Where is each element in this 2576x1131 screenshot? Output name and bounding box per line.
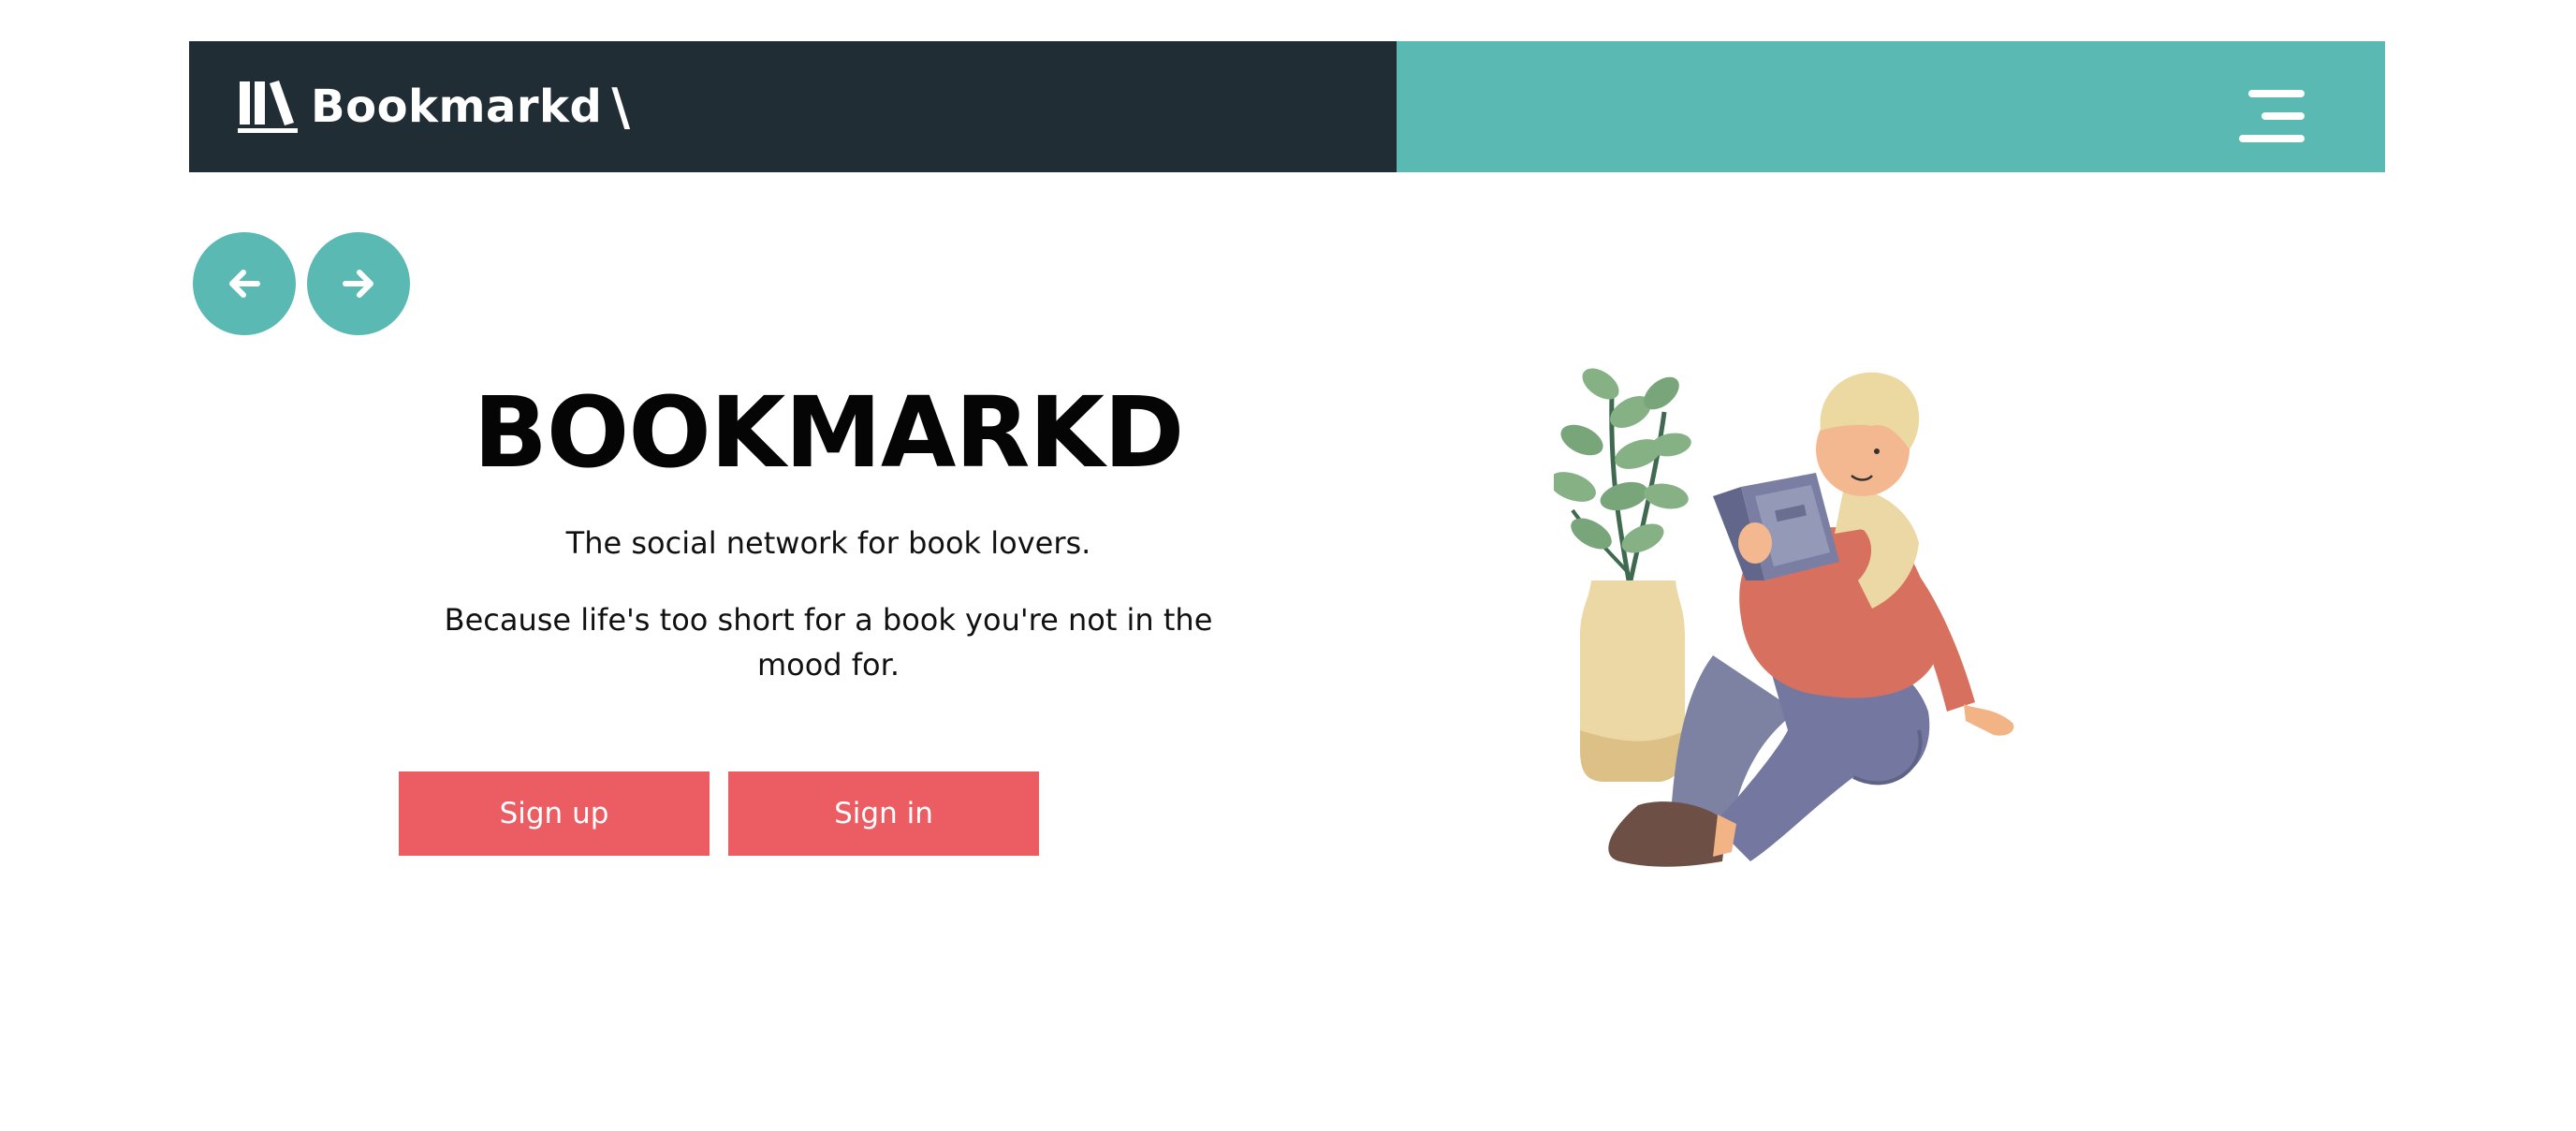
hero-title: BOOKMARKD [473, 375, 1185, 490]
signin-button[interactable]: Sign in [728, 771, 1039, 856]
vase-icon [1580, 580, 1685, 782]
landing-page: Bookmarkd \ BOOKMARKD The social network… [0, 0, 2576, 1131]
header: Bookmarkd \ [189, 41, 2385, 172]
hero: BOOKMARKD The social network for book lo… [393, 375, 1264, 687]
next-button[interactable] [307, 232, 410, 335]
arrow-left-icon [229, 270, 260, 298]
person-reading-illustration [1554, 368, 2014, 867]
hero-tagline: The social network for book lovers. [565, 525, 1091, 561]
brand-slash: \ [611, 77, 631, 137]
hero-subtitle: Because life's too short for a book you'… [444, 602, 1213, 683]
signup-button[interactable]: Sign up [399, 771, 710, 856]
cta-buttons: Sign up Sign in [399, 771, 1039, 856]
hamburger-menu-icon[interactable] [2239, 90, 2305, 142]
header-accent-area [1397, 41, 2385, 172]
plant-icon [1554, 368, 1691, 581]
arrow-right-icon [343, 270, 373, 298]
prev-button[interactable] [193, 232, 296, 335]
brand-name[interactable]: Bookmarkd [311, 81, 602, 133]
header-brand-area: Bookmarkd \ [189, 41, 1397, 172]
books-icon[interactable] [238, 78, 298, 136]
